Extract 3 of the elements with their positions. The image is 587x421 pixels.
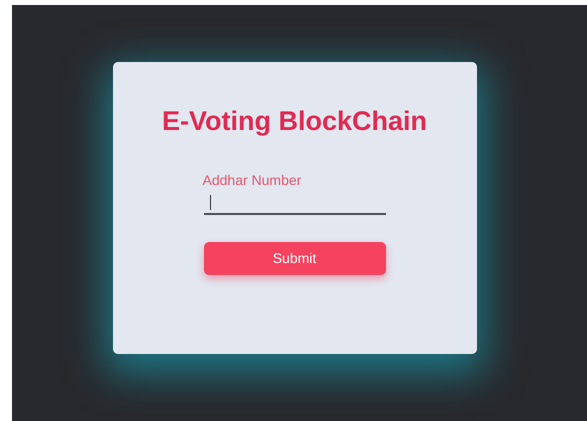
field-label: Addhar Number (202, 173, 302, 187)
card-title: E-Voting BlockChain (162, 108, 427, 135)
submit-button[interactable]: Submit (204, 242, 386, 275)
